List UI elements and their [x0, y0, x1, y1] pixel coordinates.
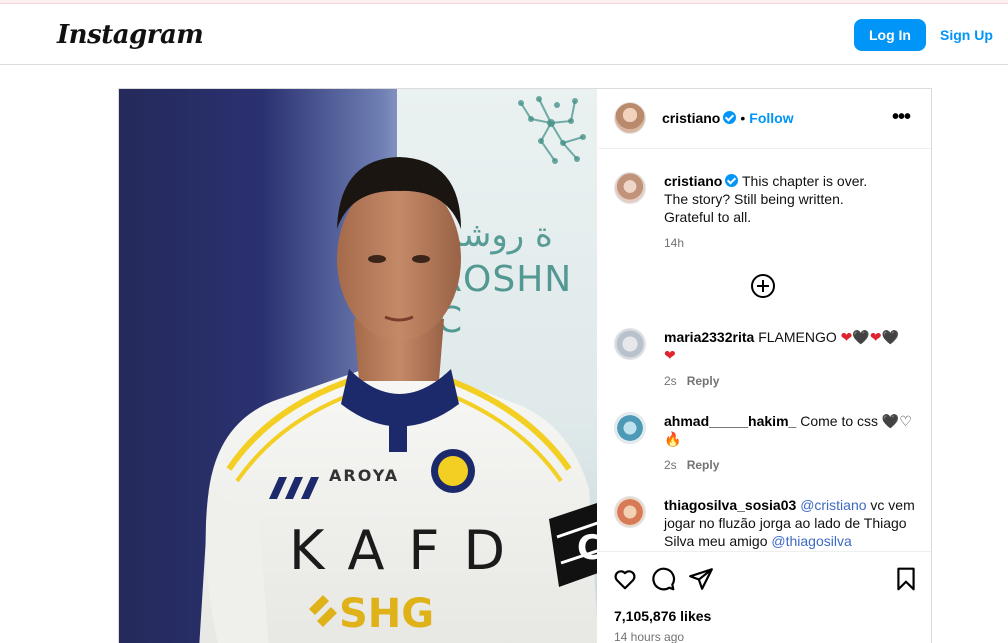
author-avatar[interactable] [614, 102, 646, 134]
post-photo[interactable]: ة روشن ROSHN C C AROYA KAFD SHG [119, 89, 597, 643]
caption-row: cristiano This chapter is over. The stor… [614, 172, 924, 252]
likes-count[interactable]: 7,105,876 likes [614, 608, 711, 624]
comment-bubble-icon[interactable] [650, 566, 676, 592]
verified-badge-icon [723, 111, 737, 124]
author-username[interactable]: cristiano [662, 110, 720, 126]
commenter-avatar[interactable] [614, 328, 646, 360]
comment-time: 2s [664, 458, 677, 472]
top-navbar: Instagram Log In Sign Up [0, 4, 1008, 65]
comment-row: ahmad_____hakim_ Come to css 🖤♡ 🔥 2s Repl… [614, 412, 924, 484]
black-heart-icon: 🖤 [881, 329, 899, 345]
main-sponsor-text: KAFD [289, 519, 529, 582]
post-card: ة روشن ROSHN C C AROYA KAFD SHG cristian… [118, 88, 932, 643]
comment-row: maria2332rita FLAMENGO ❤🖤❤🖤 ❤ 2s Reply [614, 328, 924, 400]
follow-button[interactable]: Follow [749, 110, 793, 126]
comment-text: FLAMENGO [758, 329, 837, 345]
black-heart-icon: 🖤 [852, 329, 870, 345]
comment-meta: 2s Reply [664, 456, 922, 474]
comment-meta: 2s Reply [664, 372, 922, 390]
more-options-icon[interactable]: ••• [892, 107, 911, 127]
comment-time: 2s [664, 374, 677, 388]
caption-time: 14h [664, 236, 685, 250]
author-line: cristiano • Follow [662, 110, 794, 128]
comment-username[interactable]: ahmad_____hakim_ [664, 413, 796, 429]
comment-username[interactable]: thiagosilva_sosia03 [664, 497, 796, 513]
post-timestamp[interactable]: 14 hours ago [614, 630, 684, 643]
caption-line1: This chapter is over. [742, 173, 868, 189]
commenter-avatar[interactable] [614, 412, 646, 444]
comment-row: thiagosilva_sosia03 @cristiano vc vem jo… [614, 496, 924, 550]
post-header: cristiano • Follow ••• [598, 89, 931, 149]
comment-mention[interactable]: @cristiano [800, 497, 866, 513]
caption-avatar[interactable] [614, 172, 646, 204]
signup-link[interactable]: Sign Up [940, 19, 993, 51]
instagram-logo[interactable]: Instagram [57, 20, 204, 50]
white-heart-icon: ♡ [899, 413, 912, 429]
login-button[interactable]: Log In [854, 19, 926, 51]
share-send-icon[interactable] [688, 566, 714, 592]
black-heart-icon: 🖤 [881, 413, 900, 429]
reply-button[interactable]: Reply [687, 374, 720, 388]
load-more-comments-icon[interactable] [751, 274, 775, 298]
like-heart-icon[interactable] [612, 566, 638, 592]
bookmark-save-icon[interactable] [893, 566, 919, 592]
reply-button[interactable]: Reply [687, 458, 720, 472]
caption-body: cristiano This chapter is over. The stor… [664, 172, 922, 252]
post-side-panel: cristiano • Follow ••• cristiano This chap… [598, 89, 931, 643]
verified-badge-icon [725, 174, 739, 187]
comments-scroll-area[interactable]: cristiano This chapter is over. The stor… [598, 150, 931, 550]
red-heart-icon: ❤ [664, 347, 676, 363]
comment-text: Come to css [800, 413, 879, 429]
comment-username[interactable]: maria2332rita [664, 329, 754, 345]
commenter-avatar[interactable] [614, 496, 646, 528]
player-illustration: C AROYA KAFD SHG [199, 157, 597, 643]
fire-icon: 🔥 [664, 431, 682, 447]
comment-mention[interactable]: @thiagosilva [771, 533, 851, 549]
red-heart-icon: ❤ [869, 329, 882, 345]
chest-sponsor-text: AROYA [329, 466, 399, 485]
separator-dot: • [740, 110, 746, 126]
caption-username[interactable]: cristiano [664, 173, 722, 189]
red-heart-icon: ❤ [840, 329, 853, 345]
bottom-sponsor-text: SHG [339, 591, 434, 637]
comment-body: maria2332rita FLAMENGO ❤🖤❤🖤 ❤ 2s Reply [664, 328, 922, 390]
post-actions: 7,105,876 likes 14 hours ago [598, 551, 931, 643]
comment-body: ahmad_____hakim_ Come to css 🖤♡ 🔥 2s Repl… [664, 412, 922, 474]
comment-body: thiagosilva_sosia03 @cristiano vc vem jo… [664, 496, 922, 550]
caption-line3: Grateful to all. [664, 209, 752, 225]
caption-line2: The story? Still being written. [664, 191, 844, 207]
captain-band-letter: C [577, 528, 597, 568]
